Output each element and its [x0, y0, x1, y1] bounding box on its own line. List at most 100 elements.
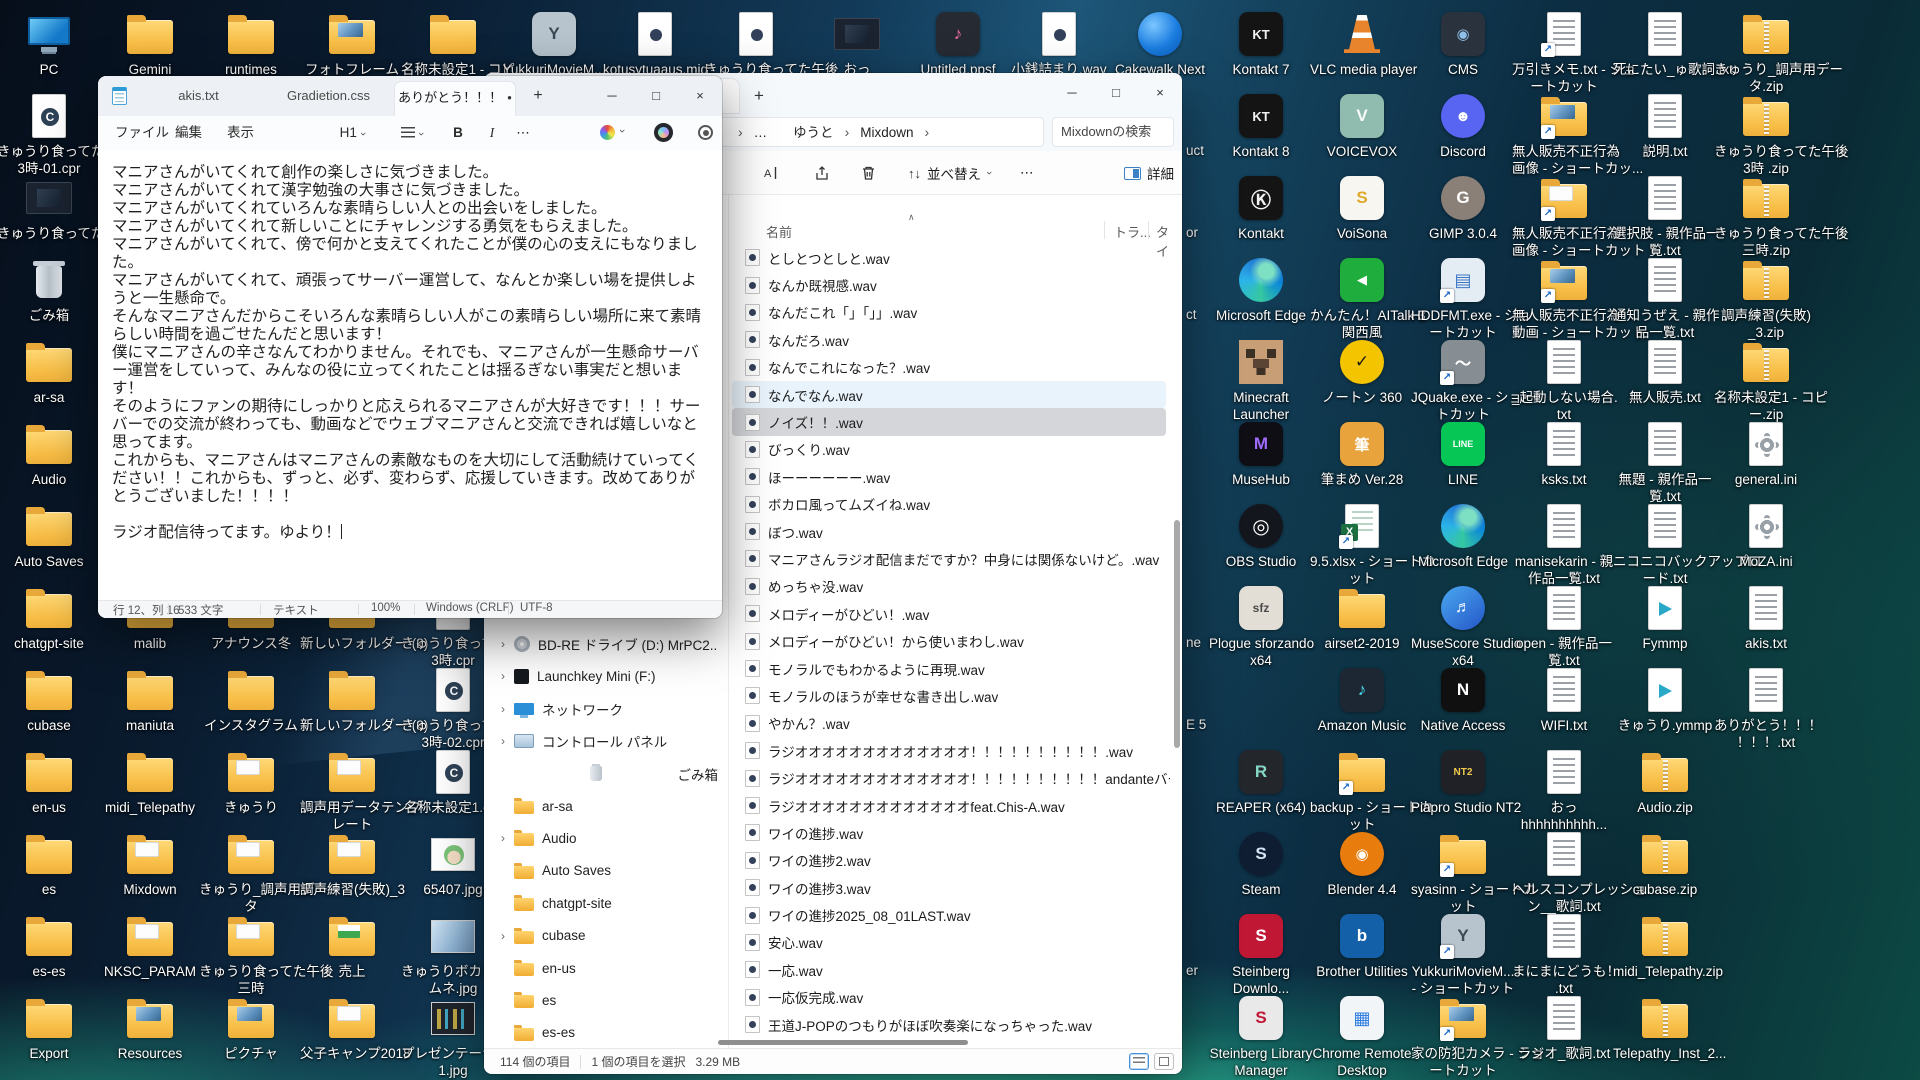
desktop-icon[interactable]: NNative Access: [1411, 666, 1515, 734]
file-row[interactable]: ぼつ.wav: [732, 518, 1166, 545]
file-row[interactable]: なんでこれになった？.wav: [732, 354, 1166, 381]
desktop-icon[interactable]: Fymmp: [1613, 584, 1717, 652]
desktop-icon[interactable]: midi_Telepathy: [98, 748, 202, 816]
desktop-icon[interactable]: ピクチャ: [199, 994, 303, 1062]
desktop-icon[interactable]: WIFI.txt: [1512, 666, 1616, 734]
copilot-icon[interactable]: [654, 123, 673, 142]
file-row[interactable]: ラジオオオオオオオオオオオオオ！！！！！！！！！！.wav: [732, 737, 1166, 764]
desktop-icon[interactable]: MoZA.ini: [1714, 502, 1818, 570]
close-button[interactable]: ×: [678, 76, 722, 116]
desktop-icon[interactable]: ♬MuseScore Studiox64: [1411, 584, 1515, 669]
desktop-icon[interactable]: Mixdown: [98, 830, 202, 898]
desktop-icon[interactable]: Audio: [0, 420, 101, 488]
breadcrumb-ellipsis[interactable]: …: [752, 125, 770, 140]
desktop-icon[interactable]: フォトフレーム: [300, 10, 404, 78]
search-input[interactable]: Mixdownの検索: [1052, 117, 1174, 147]
desktop-icon[interactable]: 名称未設定1 - コピー.zip: [1714, 338, 1818, 423]
file-row[interactable]: 安心.wav: [732, 929, 1166, 956]
breadcrumb-item-current[interactable]: Mixdown: [858, 125, 915, 140]
desktop-icon[interactable]: open - 親作品一覧.txt: [1512, 584, 1616, 669]
desktop-icon[interactable]: PC: [0, 10, 101, 78]
desktop-icon[interactable]: Audio.zip: [1613, 748, 1717, 816]
nav-item-Audio[interactable]: ›Audio: [492, 823, 718, 853]
desktop-icon[interactable]: 無人販売不正行為動画 - ショートカット: [1512, 256, 1616, 341]
pane-divider[interactable]: [728, 195, 729, 1048]
desktop-icon[interactable]: MinecraftLauncher: [1209, 338, 1313, 423]
delete-button[interactable]: [854, 159, 883, 187]
desktop-icon[interactable]: Cakewalk Next: [1108, 10, 1212, 78]
file-row[interactable]: びっくり.wav: [732, 436, 1166, 463]
desktop-icon[interactable]: ありがとう！！！！！！.txt: [1714, 666, 1818, 751]
desktop-icon[interactable]: 死にたい_ゅ歌詞.txt: [1613, 10, 1717, 78]
desktop-icon[interactable]: きゅうり食ってた.mp: [0, 174, 101, 242]
close-button[interactable]: ×: [1138, 73, 1182, 113]
desktop-icon[interactable]: SSteinbergDownlo...: [1209, 912, 1313, 997]
desktop-icon[interactable]: ☻Discord: [1411, 92, 1515, 160]
expand-chevron-icon[interactable]: ›: [492, 669, 514, 683]
desktop-icon[interactable]: VVOICEVOX: [1310, 92, 1414, 160]
desktop-icon[interactable]: ごみ箱: [0, 256, 101, 324]
list-dropdown[interactable]: ›: [392, 121, 432, 145]
file-row[interactable]: なんでなん.wav: [732, 381, 1166, 408]
file-row[interactable]: なんだこれ「」「」」.wav: [732, 299, 1166, 326]
color-wheel-icon[interactable]: [600, 125, 615, 140]
desktop-icon[interactable]: 売上: [300, 912, 404, 980]
desktop-icon[interactable]: syasinn - ショートカット: [1411, 830, 1515, 915]
desktop-icon[interactable]: en-us: [0, 748, 101, 816]
italic-button[interactable]: I: [480, 121, 504, 145]
file-row[interactable]: ワイの進捗3.wav: [732, 874, 1166, 901]
desktop-icon[interactable]: ◉Blender 4.4: [1310, 830, 1414, 898]
explorer-new-tab-button[interactable]: +: [746, 83, 772, 109]
desktop-icon[interactable]: runtimes: [199, 10, 303, 78]
desktop-icon[interactable]: SVoiSona: [1310, 174, 1414, 242]
file-row[interactable]: やかん？.wav: [732, 710, 1166, 737]
desktop-icon[interactable]: 無題 - 親作品一覧.txt: [1613, 420, 1717, 505]
desktop-icon[interactable]: ♪Untitled.ppsf: [906, 10, 1010, 78]
desktop-icon[interactable]: backup - ショートカット: [1310, 748, 1414, 833]
settings-gear-icon[interactable]: [698, 125, 713, 140]
notepad-text-area[interactable]: マニアさんがいてくれて創作の楽しさに気づきました。 マニアさんがいてくれて漢字勉…: [98, 150, 722, 600]
file-row[interactable]: メロディーがひどい！.wav: [732, 600, 1166, 627]
nav-item-ar-sa[interactable]: ar-sa: [492, 791, 718, 821]
expand-chevron-icon[interactable]: ›: [492, 831, 514, 845]
expand-chevron-icon[interactable]: ›: [492, 734, 514, 748]
desktop-icon[interactable]: cubase: [0, 666, 101, 734]
vertical-scrollbar[interactable]: [1174, 520, 1180, 748]
desktop-icon[interactable]: 新しいフォルダー (3): [300, 666, 404, 734]
column-header-name[interactable]: 名前: [766, 222, 792, 241]
file-row[interactable]: めっちゃ没.wav: [732, 573, 1166, 600]
desktop-icon[interactable]: 無人販売.txt: [1613, 338, 1717, 406]
desktop-icon[interactable]: ✓ノートン 360: [1310, 338, 1414, 406]
desktop-icon[interactable]: LINELINE: [1411, 420, 1515, 488]
desktop-icon[interactable]: きゅうり食ってた午後3時 .zip: [1714, 92, 1818, 177]
desktop-icon[interactable]: cubase.zip: [1613, 830, 1717, 898]
desktop-icon[interactable]: ▤HDDFMT.exe - ショートカット: [1411, 256, 1515, 341]
desktop-icon[interactable]: Gemini: [98, 10, 202, 78]
sort-button[interactable]: ↑↓ 並べ替え ›: [902, 159, 997, 187]
details-pane-button[interactable]: 詳細: [1118, 159, 1180, 187]
desktop-icon[interactable]: 〜JQuake.exe - ショートカット: [1411, 338, 1515, 423]
nav-item-cubase[interactable]: ›cubase: [492, 921, 718, 951]
desktop-icon[interactable]: YYukkuriMovieM...- ショートカット: [1411, 912, 1515, 997]
desktop-icon[interactable]: _起動しない場合.txt: [1512, 338, 1616, 423]
desktop-icon[interactable]: ksks.txt: [1512, 420, 1616, 488]
desktop-icon[interactable]: manisekarin - 親作品一覧.txt: [1512, 502, 1616, 587]
desktop-icon[interactable]: sfzPlogue sforzandox64: [1209, 584, 1313, 669]
desktop-icon[interactable]: Resources: [98, 994, 202, 1062]
desktop-icon[interactable]: おっhhhhhhhhhh...: [1512, 748, 1616, 833]
large-icons-view-button[interactable]: [1154, 1053, 1174, 1070]
desktop-icon[interactable]: general.ini: [1714, 420, 1818, 488]
desktop-icon[interactable]: KTKontakt 8: [1209, 92, 1313, 160]
nav-item-ごみ箱[interactable]: ごみ箱: [492, 759, 718, 789]
desktop-icon[interactable]: 無人販売不正行為画像 - ショートカッ...: [1512, 92, 1616, 177]
minimize-button[interactable]: ─: [590, 76, 634, 116]
desktop-icon[interactable]: きゅうり.ymmp: [1613, 666, 1717, 734]
menu-view[interactable]: 表示: [218, 121, 263, 145]
desktop-icon[interactable]: es-es: [0, 912, 101, 980]
details-view-button[interactable]: [1129, 1053, 1149, 1070]
desktop-icon[interactable]: 無人販売不正行為画像 - ショートカット: [1512, 174, 1616, 259]
minimize-button[interactable]: ─: [1050, 73, 1094, 113]
desktop-icon[interactable]: maniuta: [98, 666, 202, 734]
desktop-icon[interactable]: Telepathy_Inst_2...: [1613, 994, 1717, 1062]
desktop-icon[interactable]: 説明.txt: [1613, 92, 1717, 160]
